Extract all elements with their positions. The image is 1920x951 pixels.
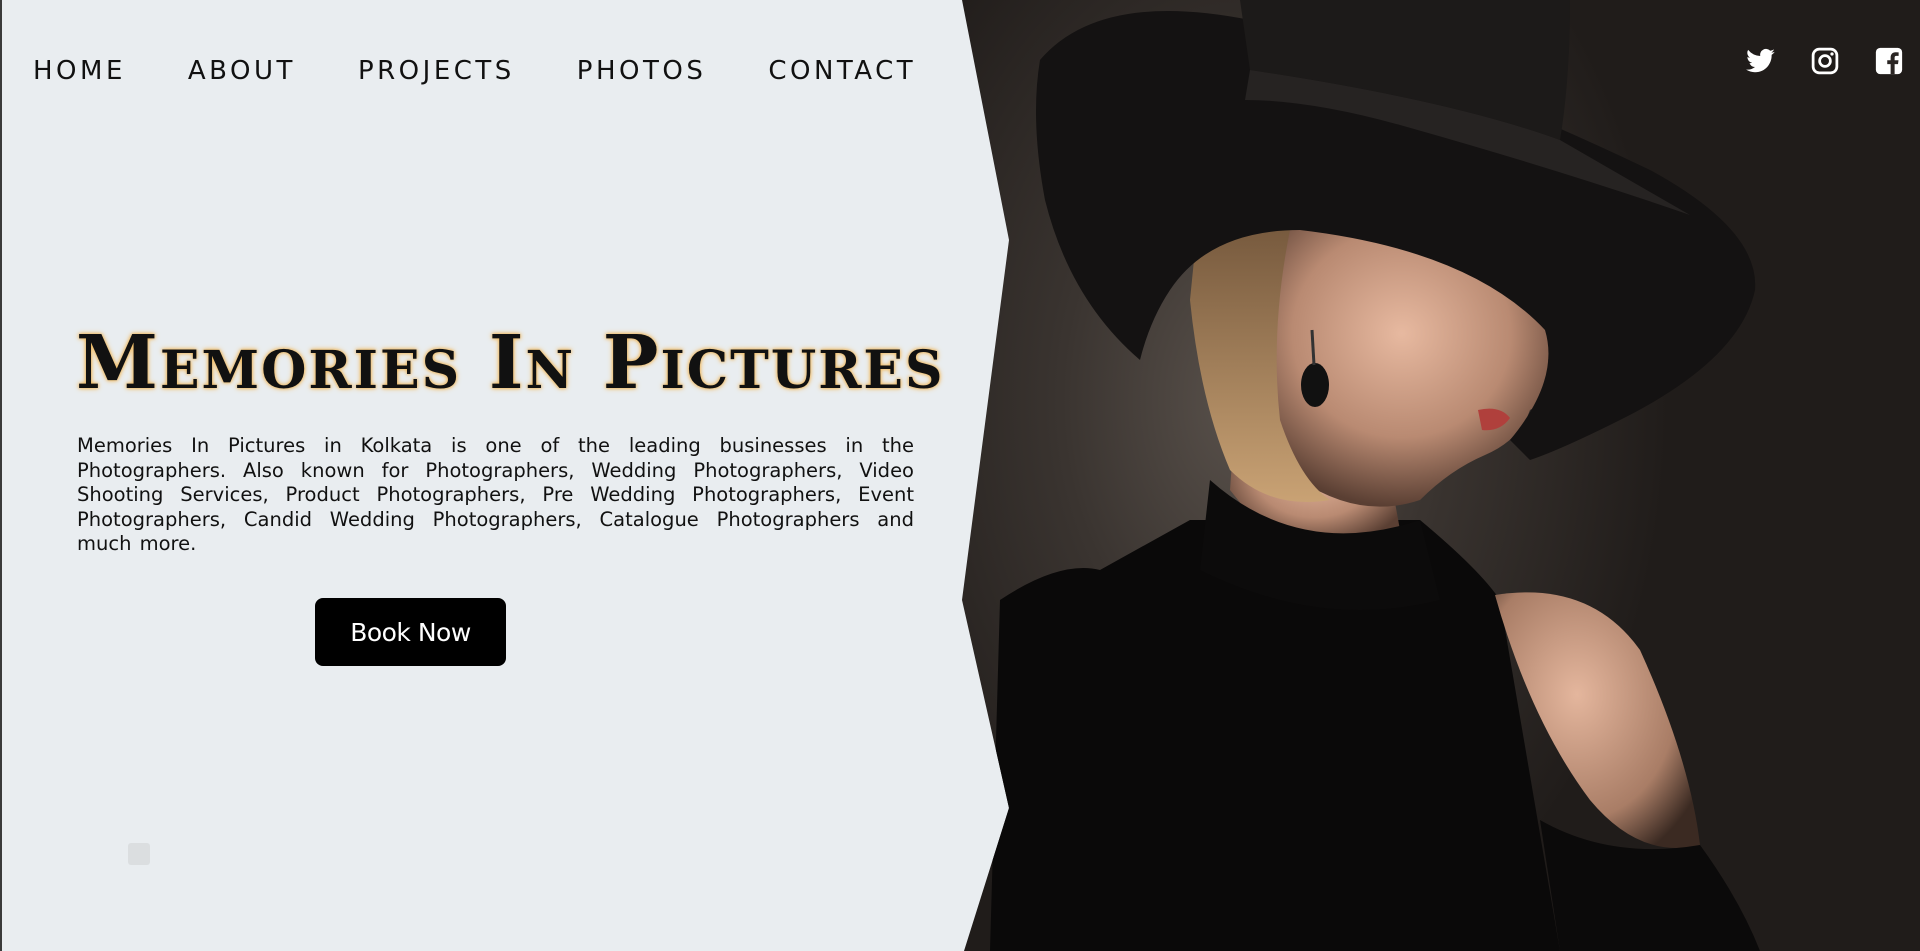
nav-photos[interactable]: PHOTOS	[577, 54, 707, 88]
hero-title: Memories In Pictures	[76, 320, 945, 406]
nav-home[interactable]: HOME	[33, 54, 126, 88]
left-border	[0, 0, 2, 951]
facebook-icon[interactable]	[1874, 46, 1904, 76]
hero-description: Memories In Pictures in Kolkata is one o…	[77, 434, 914, 555]
instagram-icon[interactable]	[1810, 46, 1840, 76]
watermark-icon	[128, 843, 150, 865]
social-links	[1746, 46, 1904, 76]
nav-about[interactable]: ABOUT	[188, 54, 296, 88]
main-nav: HOME ABOUT PROJECTS PHOTOS CONTACT	[33, 54, 916, 88]
twitter-icon[interactable]	[1746, 46, 1776, 76]
faint-watermark	[128, 840, 332, 868]
book-now-button[interactable]: Book Now	[315, 598, 506, 666]
nav-contact[interactable]: CONTACT	[768, 54, 916, 88]
nav-projects[interactable]: PROJECTS	[358, 54, 515, 88]
